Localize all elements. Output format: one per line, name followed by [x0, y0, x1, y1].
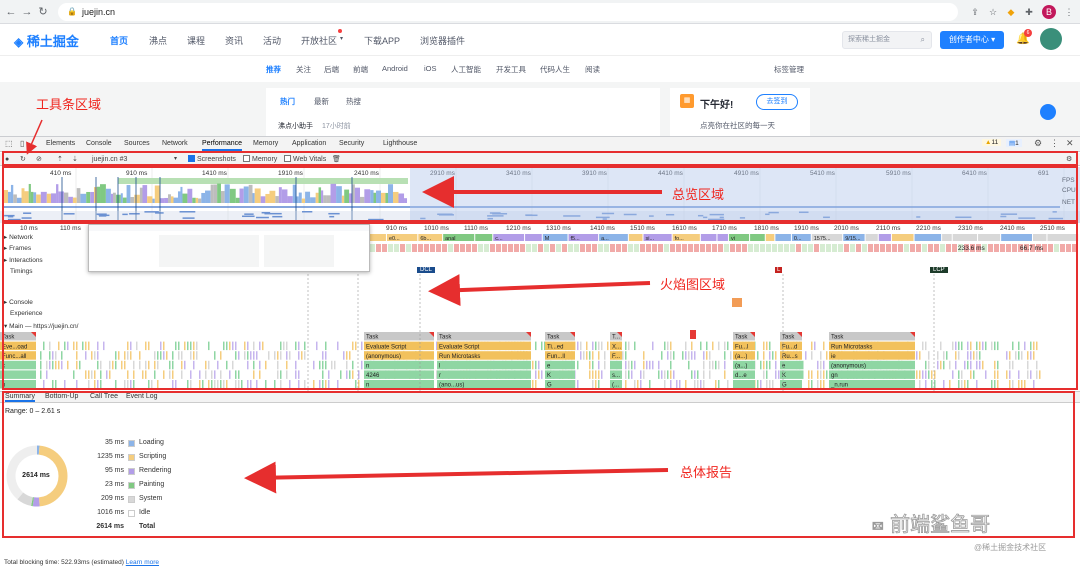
watermark-title: ✉ 前端鲨鱼哥: [872, 508, 990, 537]
flame-arrow: [436, 283, 650, 291]
watermark-title-text: 前端鲨鱼哥: [890, 512, 990, 536]
annotation-arrows: [0, 0, 1080, 568]
toolbar-arrow: [28, 120, 42, 152]
wechat-icon: ✉: [872, 519, 884, 535]
summary-arrow: [252, 470, 668, 478]
watermark-sub: @稀土掘金技术社区: [974, 542, 1046, 553]
